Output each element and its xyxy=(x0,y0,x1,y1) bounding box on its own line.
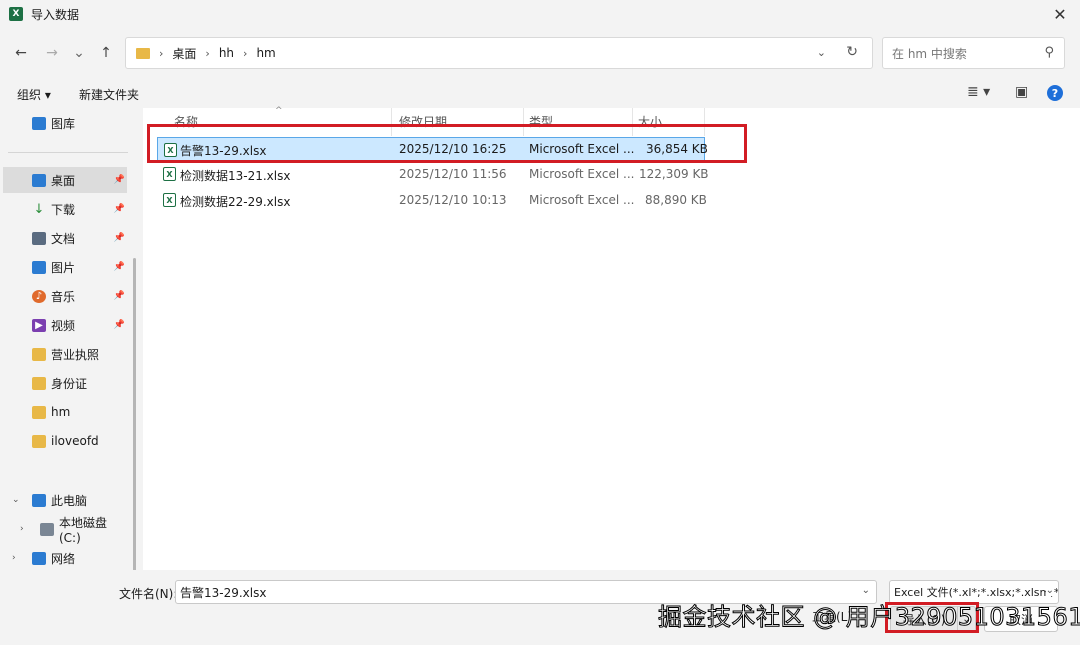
network-icon xyxy=(32,551,46,565)
sidebar-item-local-disk[interactable]: 本地磁盘 (C:) xyxy=(3,515,127,545)
view-options-icon[interactable]: ≣ ▾ xyxy=(967,84,990,100)
search-input[interactable]: 在 hm 中搜索 ⚲ xyxy=(882,37,1065,69)
filename-label: 文件名(N): xyxy=(119,587,178,601)
table-row[interactable]: X 检测数据22-29.xlsx 2025/12/10 10:13 Micros… xyxy=(157,188,707,212)
pin-icon: 📌 xyxy=(113,262,125,272)
sidebar-scrollbar[interactable] xyxy=(133,258,136,588)
sidebar-item-label: 文档 xyxy=(51,231,76,246)
sidebar-item-label: 桌面 xyxy=(51,173,76,188)
filename-value: 告警13-29.xlsx xyxy=(180,585,267,600)
pin-icon: 📌 xyxy=(113,204,125,214)
pictures-icon xyxy=(32,260,46,274)
pin-icon: 📌 xyxy=(113,233,125,243)
video-icon: ▶ xyxy=(32,318,46,332)
sidebar-item-videos[interactable]: ▶ 视频 📌 xyxy=(3,312,127,338)
address-bar[interactable]: › 桌面 › hh › hm ⌄ ↻ xyxy=(125,37,873,69)
up-button[interactable]: ↑ xyxy=(95,42,117,64)
sidebar-item-this-pc[interactable]: 此电脑 xyxy=(3,487,127,513)
pin-icon: 📌 xyxy=(113,175,125,185)
refresh-icon[interactable]: ↻ xyxy=(846,44,858,60)
drive-icon xyxy=(40,522,54,536)
folder-icon xyxy=(136,47,150,59)
search-icon[interactable]: ⚲ xyxy=(1044,45,1054,60)
file-name: 检测数据22-29.xlsx xyxy=(180,195,291,209)
excel-app-icon: X xyxy=(9,7,23,21)
chevron-down-icon: ⌄ xyxy=(1045,585,1054,596)
divider xyxy=(8,152,128,153)
sidebar-item-label: 营业执照 xyxy=(51,347,100,362)
sidebar-item-label: 图库 xyxy=(51,116,76,131)
search-placeholder: 在 hm 中搜索 xyxy=(892,46,967,61)
chevron-down-icon[interactable]: ⌄ xyxy=(817,46,826,59)
folder-icon xyxy=(32,405,46,419)
breadcrumb-desktop[interactable]: 桌面 xyxy=(172,45,196,62)
table-row[interactable]: X 检测数据13-21.xlsx 2025/12/10 11:56 Micros… xyxy=(157,162,709,186)
sidebar-item-folder[interactable]: hm xyxy=(3,399,127,425)
breadcrumb-separator: › xyxy=(243,46,248,60)
music-icon: ♪ xyxy=(32,289,46,303)
sidebar-item-label: 此电脑 xyxy=(51,493,88,508)
chevron-down-icon[interactable]: ⌄ xyxy=(862,585,870,596)
sidebar-item-label: 下载 xyxy=(51,202,76,217)
sidebar-item-label: 网络 xyxy=(51,551,76,566)
file-type: Microsoft Excel ... xyxy=(529,193,635,207)
sidebar-item-folder[interactable]: 身份证 xyxy=(3,370,127,396)
breadcrumb-separator: › xyxy=(159,46,164,60)
sidebar-item-gallery[interactable]: 图库 xyxy=(3,110,127,136)
sidebar-item-label: 音乐 xyxy=(51,289,76,304)
window-title: 导入数据 xyxy=(31,7,80,22)
back-button[interactable]: ← xyxy=(10,42,32,64)
breadcrumb-separator: › xyxy=(205,46,210,60)
sidebar-item-downloads[interactable]: ↓ 下载 📌 xyxy=(3,196,127,222)
help-icon[interactable]: ? xyxy=(1047,85,1063,101)
sidebar-item-pictures[interactable]: 图片 📌 xyxy=(3,254,127,280)
pin-icon: 📌 xyxy=(113,291,125,301)
file-modified: 2025/12/10 11:56 xyxy=(399,167,507,181)
download-icon: ↓ xyxy=(33,201,45,217)
computer-icon xyxy=(32,493,46,507)
sidebar-item-folder[interactable]: 营业执照 xyxy=(3,341,127,367)
excel-file-icon: X xyxy=(163,167,176,181)
forward-button[interactable]: → xyxy=(41,42,63,64)
sidebar-item-label: 身份证 xyxy=(51,376,88,391)
breadcrumb-hm[interactable]: hm xyxy=(256,46,275,60)
sidebar-item-label: iloveofd xyxy=(51,434,99,448)
file-name: 检测数据13-21.xlsx xyxy=(180,169,291,183)
sidebar-item-network[interactable]: 网络 xyxy=(3,545,127,571)
gallery-icon xyxy=(32,116,46,130)
breadcrumb-hh[interactable]: hh xyxy=(219,46,234,60)
navigation-pane: 图库 桌面 📌 ↓ 下载 📌 文档 📌 图片 📌 ♪ 音乐 📌 ▶ 视频 📌 营… xyxy=(0,108,142,588)
folder-icon xyxy=(32,376,46,390)
watermark-text: 掘金技术社区 @ 用户329051031561 xyxy=(658,603,1080,632)
desktop-icon xyxy=(32,173,46,187)
sidebar-item-music[interactable]: ♪ 音乐 📌 xyxy=(3,283,127,309)
file-list: ^ 名称 修改日期 类型 大小 X 告警13-29.xlsx 2025/12/1… xyxy=(143,106,1080,570)
file-modified: 2025/12/10 10:13 xyxy=(399,193,507,207)
highlight-box xyxy=(147,124,747,163)
sort-ascending-icon: ^ xyxy=(275,106,283,116)
folder-icon xyxy=(32,347,46,361)
sidebar-item-folder[interactable]: iloveofd xyxy=(3,428,127,454)
navigation-bar: ← → ⌄ ↑ › 桌面 › hh › hm ⌄ ↻ 在 hm 中搜索 ⚲ xyxy=(0,28,1080,78)
sidebar-item-label: hm xyxy=(51,405,71,419)
preview-pane-icon[interactable]: ▣ xyxy=(1015,84,1028,100)
new-folder-button[interactable]: 新建文件夹 xyxy=(79,86,139,103)
close-button[interactable]: ✕ xyxy=(1050,4,1070,24)
sidebar-item-label: 图片 xyxy=(51,260,76,275)
sidebar-item-documents[interactable]: 文档 📌 xyxy=(3,225,127,251)
excel-file-icon: X xyxy=(163,193,176,207)
file-type: Microsoft Excel ... xyxy=(529,167,635,181)
recent-locations-button[interactable]: ⌄ xyxy=(68,42,90,64)
sidebar-item-desktop[interactable]: 桌面 📌 xyxy=(3,167,127,193)
command-bar: 组织 ▾ 新建文件夹 ≣ ▾ ▣ xyxy=(0,78,1080,108)
organize-menu[interactable]: 组织 ▾ xyxy=(17,86,51,103)
pin-icon: 📌 xyxy=(113,320,125,330)
sidebar-item-label: 本地磁盘 (C:) xyxy=(59,515,108,545)
file-size: 122,309 KB xyxy=(639,167,709,181)
folder-icon xyxy=(32,434,46,448)
documents-icon xyxy=(32,231,46,245)
file-size: 88,890 KB xyxy=(645,193,707,207)
title-bar: X 导入数据 ✕ xyxy=(0,0,1080,28)
sidebar-item-label: 视频 xyxy=(51,318,76,333)
